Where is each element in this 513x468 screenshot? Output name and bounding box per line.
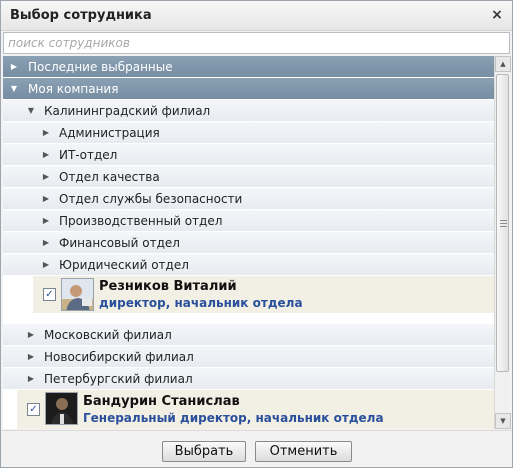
- tree-node-petersburg-branch[interactable]: ▶ Петербургский филиал: [3, 368, 494, 390]
- expand-arrow-icon[interactable]: ▶: [41, 232, 51, 254]
- tree-node-label: Петербургский филиал: [44, 372, 193, 386]
- select-button[interactable]: Выбрать: [162, 441, 246, 462]
- search-input[interactable]: [3, 32, 510, 54]
- employee-checkbox[interactable]: ✓: [27, 403, 40, 416]
- expand-arrow-icon[interactable]: ▶: [41, 254, 51, 276]
- expand-arrow-icon[interactable]: ▶: [9, 56, 19, 78]
- tree-node-moscow-branch[interactable]: ▶ Московский филиал: [3, 324, 494, 346]
- collapse-arrow-icon[interactable]: ▼: [9, 78, 19, 100]
- expand-arrow-icon[interactable]: ▶: [41, 210, 51, 232]
- tree-node-label: ИТ-отдел: [59, 148, 118, 162]
- employee-checkbox[interactable]: ✓: [43, 288, 56, 301]
- avatar: [61, 278, 94, 311]
- employee-position: директор, начальник отдела: [99, 296, 303, 310]
- employee-row-reznikov[interactable]: ✓ Резников Виталий директор, начальник о…: [33, 276, 494, 313]
- tree-node-label: Юридический отдел: [59, 258, 189, 272]
- employee-name: Резников Виталий: [99, 279, 237, 294]
- expand-arrow-icon[interactable]: ▶: [26, 324, 36, 346]
- tree-node-label: Калининградский филиал: [44, 104, 211, 118]
- expand-arrow-icon[interactable]: ▶: [41, 188, 51, 210]
- close-icon[interactable]: ×: [489, 6, 505, 24]
- tree-node-kaliningrad-branch[interactable]: ▼ Калининградский филиал: [3, 100, 494, 122]
- employee-tree: ▶ Последние выбранные ▼ Моя компания ▼ К…: [3, 56, 494, 429]
- grip-line: [500, 220, 507, 221]
- scroll-down-icon[interactable]: ▼: [495, 413, 511, 429]
- tree-node-label: Отдел службы безопасности: [59, 192, 243, 206]
- tree-scrollbar[interactable]: ▲ ▼: [494, 56, 511, 429]
- tree-node-department[interactable]: ▶ Отдел службы безопасности: [3, 188, 494, 210]
- tree-node-label: Производственный отдел: [59, 214, 223, 228]
- expand-arrow-icon[interactable]: ▶: [41, 122, 51, 144]
- tree-node-department[interactable]: ▶ Администрация: [3, 122, 494, 144]
- tree-node-recent[interactable]: ▶ Последние выбранные: [3, 56, 494, 78]
- tree-node-label: Финансовый отдел: [59, 236, 180, 250]
- employee-name: Бандурин Станислав: [83, 394, 240, 409]
- tree-node-department[interactable]: ▶ Юридический отдел: [3, 254, 494, 276]
- expand-arrow-icon[interactable]: ▶: [26, 346, 36, 368]
- expand-arrow-icon[interactable]: ▶: [26, 368, 36, 390]
- tree-node-label: Отдел качества: [59, 170, 160, 184]
- person-photo-icon: [46, 393, 77, 424]
- tree-node-department[interactable]: ▶ Финансовый отдел: [3, 232, 494, 254]
- dialog-title: Выбор сотрудника: [10, 8, 152, 23]
- grip-line: [500, 223, 507, 224]
- tree-node-label: Администрация: [59, 126, 160, 140]
- expand-arrow-icon[interactable]: ▶: [41, 166, 51, 188]
- tree-node-label: Новосибирский филиал: [44, 350, 194, 364]
- grip-line: [500, 226, 507, 227]
- tree-node-label: Московский филиал: [44, 328, 172, 342]
- tree-node-my-company[interactable]: ▼ Моя компания: [3, 78, 494, 100]
- dialog-titlebar: Выбор сотрудника ×: [1, 1, 512, 31]
- employee-position: Генеральный директор, начальник отдела: [83, 411, 384, 425]
- tree-node-label: Моя компания: [28, 82, 119, 96]
- tree-node-novosibirsk-branch[interactable]: ▶ Новосибирский филиал: [3, 346, 494, 368]
- tree-node-label: Последние выбранные: [28, 60, 173, 74]
- tree-node-department[interactable]: ▶ Отдел качества: [3, 166, 494, 188]
- avatar: [45, 392, 78, 425]
- employee-row-bandurin[interactable]: ✓ Бандурин Станислав Генеральный директо…: [17, 390, 494, 429]
- tree-node-department[interactable]: ▶ ИТ-отдел: [3, 144, 494, 166]
- dialog-footer: Выбрать Отменить: [1, 430, 512, 467]
- employee-picker-dialog: Выбор сотрудника × ▶ Последние выбранные…: [0, 0, 513, 468]
- scrollbar-thumb[interactable]: [496, 74, 509, 372]
- tree-node-department[interactable]: ▶ Производственный отдел: [3, 210, 494, 232]
- person-photo-icon: [62, 279, 93, 310]
- scroll-up-icon[interactable]: ▲: [495, 56, 511, 72]
- expand-arrow-icon[interactable]: ▶: [41, 144, 51, 166]
- collapse-arrow-icon[interactable]: ▼: [26, 100, 36, 122]
- cancel-button[interactable]: Отменить: [255, 441, 352, 462]
